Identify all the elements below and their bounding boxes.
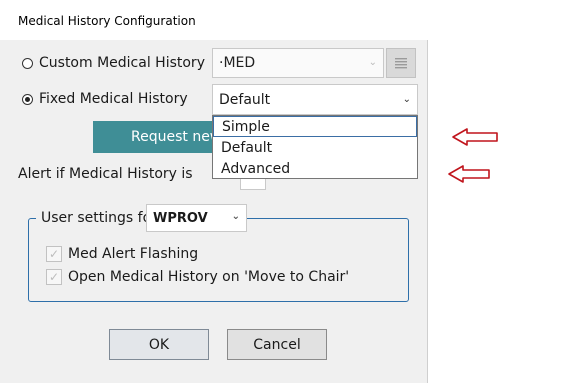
med-alert-flashing-checkbox[interactable]: ✓ Med Alert Flashing [46,244,198,264]
request-new-med-label: Request new Med [131,129,223,145]
dialog-title: Medical History Configuration [18,14,196,28]
custom-history-radio-circle[interactable] [22,57,33,69]
ok-button[interactable]: OK [109,329,209,360]
ok-label: OK [148,336,170,353]
dropdown-option-label: Advanced [221,160,291,177]
checkmark-icon[interactable]: ✓ [46,246,62,262]
title-bar: Medical History Configuration [0,0,428,40]
custom-history-select[interactable]: ·MED ⌄ [212,48,384,78]
left-arrow-icon [452,128,498,146]
user-select[interactable]: WPROV ⌄ [146,204,247,232]
custom-history-radio[interactable]: Custom Medical History [22,52,205,74]
cancel-label: Cancel [253,336,301,353]
dropdown-option-label: Simple [222,118,270,135]
fixed-history-dropdown: Simple Default Advanced [212,115,418,179]
fixed-history-radio[interactable]: Fixed Medical History [22,88,188,110]
med-alert-flashing-label: Med Alert Flashing [68,246,199,262]
open-on-move-to-chair-checkbox[interactable]: ✓ Open Medical History on 'Move to Chair… [46,267,349,287]
chevron-down-icon: ⌄ [368,56,377,68]
fixed-history-label: Fixed Medical History [39,91,188,107]
left-arrow-icon [448,165,490,183]
medical-history-dialog: Medical History Configuration Custom Med… [0,0,428,383]
fixed-history-value: Default [219,91,271,108]
custom-history-label: Custom Medical History [39,55,205,71]
notes-icon [395,58,407,69]
alert-label: Alert if Medical History is [18,166,193,182]
dropdown-option-simple[interactable]: Simple [213,116,417,137]
fixed-history-radio-circle[interactable] [22,93,33,105]
dropdown-option-default[interactable]: Default [213,137,417,158]
open-on-move-to-chair-label: Open Medical History on 'Move to Chair' [68,269,350,285]
user-settings-label: User settings for [36,207,162,229]
user-settings-label-text: User settings for [41,210,157,226]
cancel-button[interactable]: Cancel [227,329,327,360]
notes-button[interactable] [386,48,416,78]
dropdown-option-label: Default [221,139,273,156]
fixed-history-select[interactable]: Default ⌄ [212,84,418,115]
checkmark-icon[interactable]: ✓ [46,269,62,285]
request-new-med-button[interactable]: Request new Med [93,121,223,153]
user-select-value: WPROV [153,210,208,226]
custom-history-value: ·MED [219,55,256,71]
dropdown-option-advanced[interactable]: Advanced [213,158,417,179]
chevron-down-icon: ⌄ [231,211,240,222]
chevron-down-icon: ⌄ [402,93,411,105]
